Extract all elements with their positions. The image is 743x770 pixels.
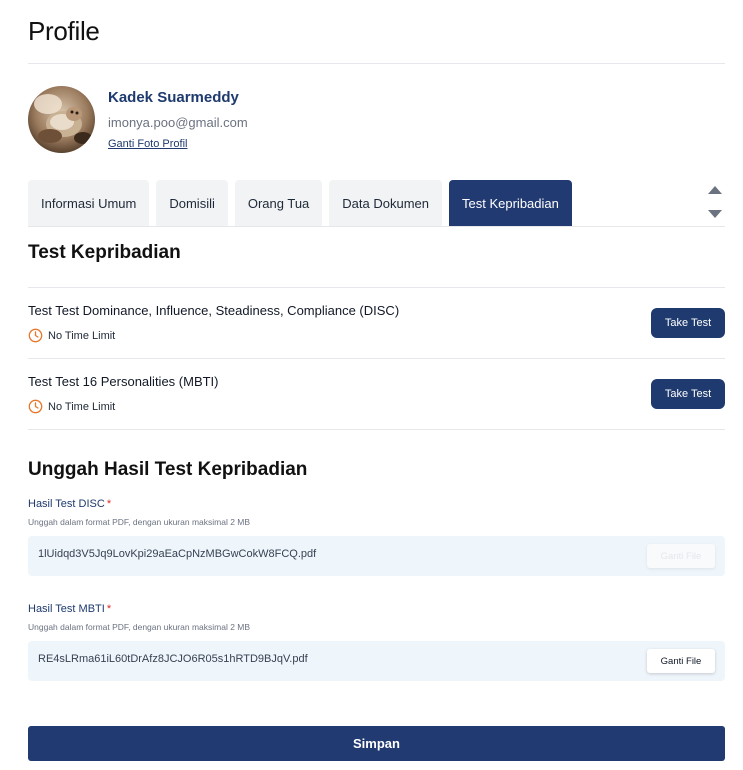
required-mark: * [106, 498, 112, 510]
disc-upload-help: Unggah dalam format PDF, dengan ukuran m… [28, 517, 251, 527]
required-mark: * [106, 603, 112, 615]
tab-data-dokumen[interactable]: Data Dokumen [329, 180, 443, 226]
clock-icon [28, 328, 43, 343]
arrow-down-icon[interactable] [708, 210, 722, 218]
test-name: Test Test Dominance, Influence, Steadine… [28, 303, 400, 318]
time-limit-label: No Time Limit [48, 329, 116, 342]
change-disc-file-button[interactable]: Ganti File [647, 544, 715, 568]
mbti-file-name: RE4sLRma61iL60tDrAfz8JCJO6R05s1hRTD9BJqV… [38, 653, 308, 665]
divider [28, 287, 725, 288]
divider [28, 358, 725, 359]
mbti-upload-help: Unggah dalam format PDF, dengan ukuran m… [28, 622, 251, 632]
change-photo-link[interactable]: Ganti Foto Profil [108, 138, 187, 150]
tab-domisili[interactable]: Domisili [156, 180, 228, 226]
arrow-up-icon[interactable] [708, 186, 722, 194]
disc-file-field: 1lUidqd3V5Jq9LovKpi29aEaCpNzMBGwCokW8FCQ… [28, 536, 725, 576]
take-test-mbti-button[interactable]: Take Test [651, 379, 725, 409]
mbti-result-label: Hasil Test MBTI * [28, 603, 111, 615]
header-divider [28, 63, 725, 64]
disc-file-name: 1lUidqd3V5Jq9LovKpi29aEaCpNzMBGwCokW8FCQ… [38, 548, 317, 560]
clock-icon [28, 399, 43, 414]
save-button[interactable]: Simpan [28, 726, 725, 761]
test-duration: No Time Limit [28, 328, 115, 343]
page-title: Profile [28, 16, 100, 46]
change-mbti-file-button[interactable]: Ganti File [647, 649, 715, 673]
test-name: Test Test 16 Personalities (MBTI) [28, 374, 219, 389]
take-test-disc-button[interactable]: Take Test [651, 308, 725, 338]
section-title-upload: Unggah Hasil Test Kepribadian [28, 459, 308, 480]
time-limit-label: No Time Limit [48, 400, 116, 413]
tab-test-kepribadian[interactable]: Test Kepribadian [449, 180, 572, 226]
divider [28, 429, 725, 430]
test-duration: No Time Limit [28, 399, 115, 414]
mbti-file-field: RE4sLRma61iL60tDrAfz8JCJO6R05s1hRTD9BJqV… [28, 641, 725, 681]
tab-informasi-umum[interactable]: Informasi Umum [28, 180, 150, 226]
user-name: Kadek Suarmeddy [108, 89, 239, 106]
label-text: Hasil Test DISC [28, 498, 105, 510]
label-text: Hasil Test MBTI [28, 603, 105, 615]
profile-tabs: Informasi Umum Domisili Orang Tua Data D… [28, 180, 572, 226]
disc-result-label: Hasil Test DISC * [28, 498, 111, 510]
user-email: imonya.poo@gmail.com [108, 115, 248, 130]
tabs-divider [28, 226, 725, 227]
avatar [28, 86, 95, 153]
tab-orang-tua[interactable]: Orang Tua [234, 180, 323, 226]
section-title-personality: Test Kepribadian [28, 242, 181, 263]
